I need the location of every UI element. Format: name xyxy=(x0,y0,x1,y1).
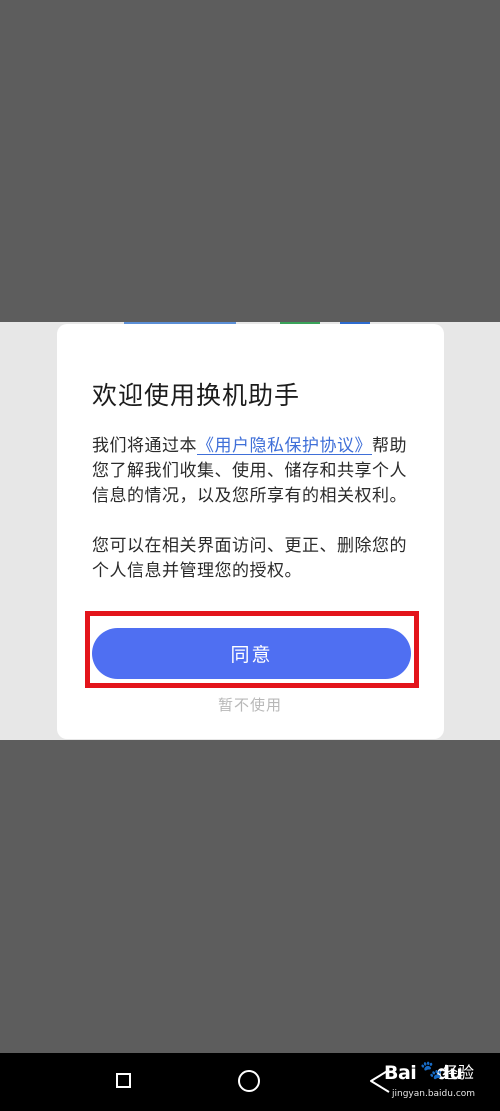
dialog-body: 我们将通过本《用户隐私保护协议》帮助您了解我们收集、使用、储存和共享个人信息的情… xyxy=(92,434,412,584)
dialog-body-paragraph-2: 您可以在相关界面访问、更正、删除您的个人信息并管理您的授权。 xyxy=(92,536,407,581)
paw-icon: 🐾 xyxy=(420,1060,443,1081)
baidu-jingyan-watermark: Bai du 🐾 经验 jingyan.baidu.com xyxy=(380,1058,496,1108)
dialog-title: 欢迎使用换机助手 xyxy=(92,381,301,410)
body-prefix-text: 我们将通过本 xyxy=(92,436,197,456)
recent-apps-square-icon[interactable] xyxy=(116,1073,131,1088)
watermark-url: jingyan.baidu.com xyxy=(392,1089,476,1099)
home-circle-icon[interactable] xyxy=(238,1070,260,1092)
privacy-policy-link[interactable]: 《用户隐私保护协议》 xyxy=(197,436,372,456)
dialog-body-paragraph-1: 我们将通过本《用户隐私保护协议》帮助您了解我们收集、使用、储存和共享个人信息的情… xyxy=(92,434,412,509)
watermark-product: 经验 xyxy=(442,1063,475,1082)
agree-button[interactable]: 同意 xyxy=(92,628,411,679)
decline-button[interactable]: 暂不使用 xyxy=(190,692,310,716)
